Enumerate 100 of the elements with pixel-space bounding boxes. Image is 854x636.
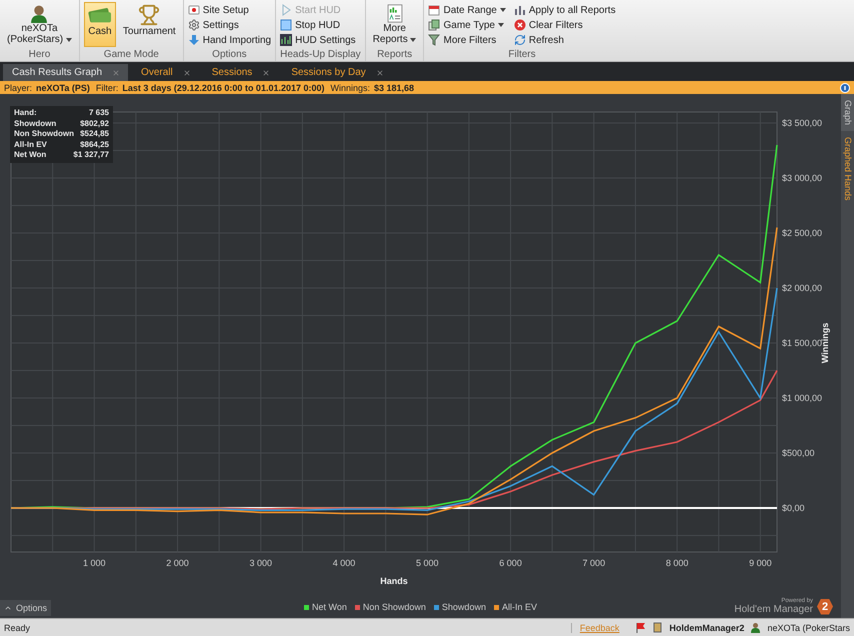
cards-icon [428, 19, 440, 31]
more-reports-button[interactable]: More Reports [370, 2, 420, 47]
settings-icon [188, 19, 200, 31]
ribbon-button[interactable]: Game Type [428, 18, 506, 32]
close-icon[interactable] [112, 68, 120, 76]
ribbon-button[interactable]: Hand Importing [188, 33, 272, 47]
tab[interactable]: Sessions by Day [282, 64, 392, 81]
group-label: Options [211, 48, 248, 61]
game-mode-button[interactable]: Tournament [120, 2, 179, 47]
stat-value: $1 327,77 [73, 150, 109, 160]
stat-value: $864,25 [80, 140, 109, 150]
avatar-icon [29, 4, 50, 23]
legend-marker [494, 604, 499, 610]
game-mode-button[interactable]: Cash [84, 2, 116, 47]
y-tick-label: $500,00 [782, 448, 815, 458]
ribbon-button[interactable]: Clear Filters [514, 18, 616, 32]
stat-label: Hand: [14, 108, 37, 118]
tab[interactable]: Overall [132, 64, 199, 81]
x-tick-label: 3 000 [250, 558, 272, 568]
funnel-icon [428, 34, 440, 46]
info-label: Winnings: [330, 82, 370, 92]
legend-marker [304, 604, 310, 610]
y-tick-label: $2 500,00 [782, 228, 822, 238]
avatar-icon [750, 622, 762, 633]
status-text: Ready [4, 622, 30, 632]
app-icon [652, 622, 664, 633]
x-tick-label: 6 000 [499, 558, 522, 568]
ribbon-button[interactable]: Date Range [428, 3, 506, 17]
play-icon [280, 4, 292, 16]
y-tick-label: $3 500,00 [782, 118, 822, 128]
tab[interactable]: Cash Results Graph [3, 64, 128, 81]
stat-value: $802,92 [80, 118, 109, 129]
bars-icon [514, 4, 526, 16]
x-tick-label: 9 000 [749, 558, 772, 568]
group-label: Heads-Up Display [280, 48, 361, 61]
ribbon-button[interactable]: HUD Settings [280, 33, 356, 47]
x-tick-label: 7 000 [582, 558, 606, 568]
stat-value: $524,85 [80, 129, 109, 140]
side-tab[interactable]: Graphed Hands [841, 131, 854, 207]
info-value: Last 3 days (29.12.2016 0:00 to 01.01.2017 0:00) [122, 82, 324, 92]
card-icon [188, 4, 200, 16]
legend-item: Showdown [434, 602, 486, 612]
stat-label: Net Won [14, 150, 46, 160]
stop-icon [280, 19, 292, 31]
ribbon-button[interactable]: More Filters [428, 33, 506, 47]
y-tick-label: $2 000,00 [782, 283, 822, 293]
x-tick-label: 8 000 [666, 558, 688, 568]
x-tick-label: 2 000 [166, 558, 189, 568]
group-label: Filters [507, 48, 537, 61]
y-tick-label: $1 500,00 [782, 338, 822, 348]
calendar-icon [428, 4, 440, 16]
info-value: $3 181,68 [374, 82, 414, 92]
x-tick-label: 4 000 [332, 558, 356, 568]
group-label: Reports [376, 48, 414, 61]
app-name: HoldemManager2 [669, 622, 744, 632]
legend-item: Net Won [304, 602, 347, 612]
report-icon [386, 4, 403, 23]
y-axis-title: Winnings [820, 322, 830, 364]
close-icon[interactable] [262, 68, 270, 76]
stat-label: All-In EV [14, 140, 47, 150]
options-button[interactable]: Options [0, 600, 52, 616]
x-tick-label: 5 000 [416, 558, 439, 568]
stat-label: Showdown [14, 118, 56, 129]
y-tick-label: $0,00 [782, 503, 805, 513]
flag-icon [635, 622, 646, 633]
y-tick-label: $3 000,00 [782, 173, 822, 183]
ribbon-button[interactable]: Site Setup [188, 3, 272, 17]
group-label: Hero [28, 48, 52, 61]
logo-badge: 2 [817, 598, 833, 614]
ribbon-button[interactable]: Stop HUD [280, 18, 356, 32]
side-tab[interactable]: Graph [841, 94, 854, 132]
trophy-icon [138, 4, 160, 26]
hero-button[interactable]: neXOTa (PokerStars) [4, 2, 75, 47]
legend-item: Non Showdown [354, 602, 426, 612]
legend-marker [434, 604, 439, 610]
info-label: Filter: [96, 82, 118, 92]
y-tick-label: $1 000,00 [782, 393, 822, 403]
arrow-down-icon [188, 34, 200, 46]
info-label: Player: [4, 82, 32, 92]
legend-marker [354, 604, 360, 610]
help-icon[interactable] [840, 82, 850, 92]
tab[interactable]: Sessions [202, 64, 278, 81]
x-axis-title: Hands [380, 576, 408, 586]
bar-chart-icon [280, 34, 292, 46]
group-label: Game Mode [102, 48, 160, 61]
close-icon[interactable] [376, 68, 384, 76]
brand-name: Hold'em Manager [734, 604, 813, 615]
x-tick-label: 1 000 [83, 558, 106, 568]
chevron-up-icon [4, 604, 12, 612]
stat-value: 7 635 [88, 108, 109, 118]
info-value: neXOTa (PS) [36, 82, 90, 92]
ribbon-button[interactable]: Settings [188, 18, 272, 32]
user-name: neXOTa (PokerStars [767, 622, 850, 632]
ribbon-button[interactable]: Refresh [514, 33, 616, 47]
close-icon [514, 19, 526, 31]
stat-label: Non Showdown [14, 129, 74, 140]
close-icon[interactable] [182, 68, 191, 76]
ribbon-button[interactable]: Apply to all Reports [514, 3, 616, 17]
refresh-icon [514, 34, 526, 46]
legend-item: All-In EV [494, 602, 537, 612]
